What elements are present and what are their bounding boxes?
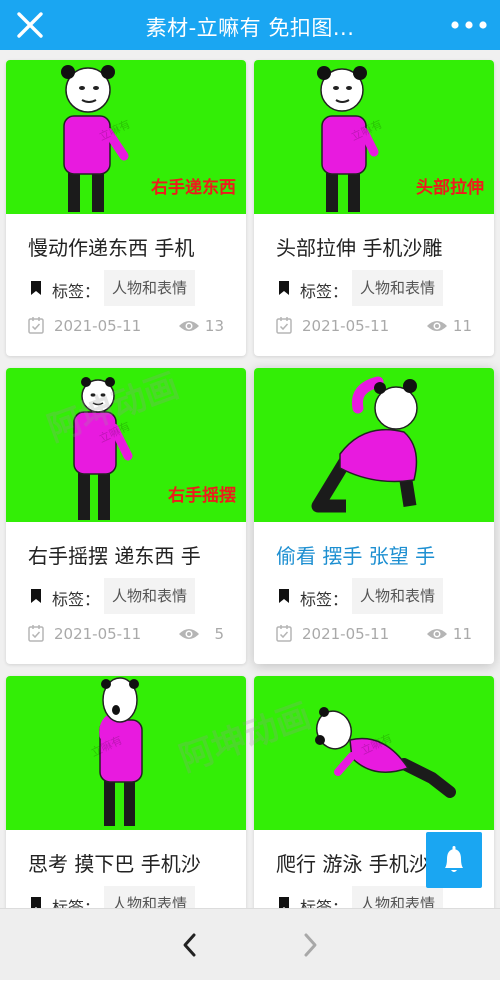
post-date: 2021-05-11 [54,317,142,335]
tag-row: 标签： 人物和表情 [26,270,236,306]
overlay-caption: 右手摇摆 [168,486,236,506]
bookmark-icon [31,589,41,603]
card-title[interactable]: 右手摇摆 递东西 手 [28,540,234,569]
card-title[interactable]: 偷看 摆手 张望 手 [276,540,482,569]
view-count: 13 [204,317,224,335]
post-date: 2021-05-11 [54,625,142,643]
card-meta: 2021-05-11 5 [28,624,224,644]
card-meta: 2021-05-11 11 [276,624,472,644]
calendar-check-icon [28,625,44,642]
calendar-check-icon [28,317,44,334]
material-card[interactable]: 偷看 摆手 张望 手 标签： 人物和表情 2021-05-11 11 [254,368,494,664]
tag-row: 标签： 人物和表情 [274,270,484,306]
title-bar: 素材-立嘛有 免扣图... [0,0,500,50]
bottom-spacer [0,980,500,1000]
material-card[interactable]: 立嘛有 右手摇摆 右手摇摆 递东西 手 标签： 人物和表情 2021-05-11… [6,368,246,664]
bell-icon [445,846,463,872]
tag-label: 标签： [300,590,349,609]
tag-row: 标签： 人物和表情 [26,886,236,908]
view-count: 11 [452,317,472,335]
tag-row: 标签： 人物和表情 [26,578,236,614]
material-card[interactable]: 立嘛有 右手递东西 慢动作递东西 手机 标签： 人物和表情 2021-05-11… [6,60,246,356]
card-thumbnail[interactable]: 立嘛有 右手递东西 [6,60,246,214]
post-date: 2021-05-11 [302,625,390,643]
eye-icon [179,321,199,331]
material-card[interactable]: 立嘛有 头部拉伸 头部拉伸 手机沙雕 标签： 人物和表情 2021-05-11 … [254,60,494,356]
view-count: 11 [452,625,472,643]
card-thumbnail[interactable]: 立嘛有 右手摇摆 [6,368,246,522]
card-title[interactable]: 思考 摸下巴 手机沙 [28,848,234,877]
bookmark-icon [31,281,41,295]
tag-row: 标签： 人物和表情 [274,886,484,908]
overlay-caption: 头部拉伸 [416,178,484,198]
chevron-right-icon[interactable] [298,931,322,959]
calendar-check-icon [276,317,292,334]
tag-chip[interactable]: 人物和表情 [352,578,444,614]
tag-chip[interactable]: 人物和表情 [352,270,444,306]
tag-row: 标签： 人物和表情 [274,578,484,614]
material-grid: 立嘛有 右手递东西 慢动作递东西 手机 标签： 人物和表情 2021-05-11… [0,50,500,908]
eye-icon [427,321,447,331]
view-count: 5 [214,625,224,643]
bookmark-icon [279,281,289,295]
tag-chip[interactable]: 人物和表情 [104,270,196,306]
card-meta: 2021-05-11 13 [28,316,224,336]
tag-chip[interactable]: 人物和表情 [104,886,196,908]
eye-icon [427,629,447,639]
tag-label: 标签： [52,898,101,908]
chevron-left-icon[interactable] [178,931,202,959]
more-dots-icon[interactable] [450,18,488,32]
card-thumbnail[interactable]: 立嘛有 头部拉伸 [254,60,494,214]
card-thumbnail[interactable] [254,368,494,522]
tag-label: 标签： [300,898,349,908]
calendar-check-icon [276,625,292,642]
character-illustration [311,376,418,513]
bookmark-icon [31,897,41,908]
card-meta: 2021-05-11 11 [276,316,472,336]
card-title[interactable]: 慢动作递东西 手机 [28,232,234,261]
page-title: 素材-立嘛有 免扣图... [145,16,355,40]
tag-chip[interactable]: 人物和表情 [104,578,196,614]
card-title[interactable]: 头部拉伸 手机沙雕 [276,232,482,261]
bookmark-icon [279,897,289,908]
bottom-nav [0,908,500,980]
tag-label: 标签： [300,282,349,301]
character-illustration [99,677,143,826]
material-card[interactable]: 立嘛有 思考 摸下巴 手机沙 标签： 人物和表情 [6,676,246,908]
card-thumbnail[interactable]: 立嘛有 [254,676,494,830]
tag-label: 标签： [52,282,101,301]
post-date: 2021-05-11 [302,317,390,335]
eye-icon [179,629,199,639]
card-thumbnail[interactable]: 立嘛有 [6,676,246,830]
notification-button[interactable] [426,832,482,888]
bookmark-icon [279,589,289,603]
overlay-caption: 右手递东西 [151,178,236,198]
tag-label: 标签： [52,590,101,609]
tag-chip[interactable]: 人物和表情 [352,886,444,908]
